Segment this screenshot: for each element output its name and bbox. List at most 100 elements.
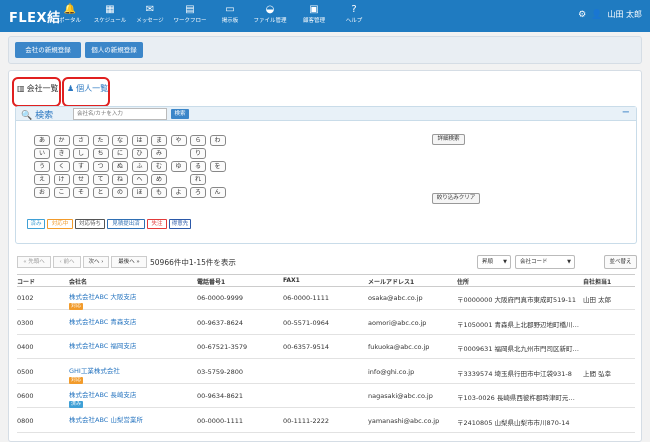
column-header[interactable]: メールアドレス1 [368, 277, 414, 286]
kana-button[interactable]: う [34, 161, 50, 172]
kana-button[interactable]: ほ [131, 187, 148, 198]
kana-button[interactable]: き [53, 148, 70, 159]
kana-button[interactable]: え [34, 174, 50, 185]
kana-button[interactable]: し [73, 148, 89, 159]
kana-button[interactable]: も [151, 187, 167, 198]
search-button[interactable]: 検索 [171, 109, 189, 119]
company-name-text[interactable]: 株式会社ABC 山梨営業所 [69, 414, 193, 424]
kana-button[interactable]: ち [92, 148, 109, 159]
column-header[interactable]: FAX1 [283, 277, 300, 284]
table-row[interactable]: 0500 GHI工業株式会社 対応 03-5759-2800 info@ghi.co.j… [17, 361, 635, 384]
kana-button[interactable]: ぬ [112, 161, 128, 172]
collapse-toggle[interactable]: − [622, 107, 630, 118]
kana-button[interactable]: わ [209, 135, 226, 146]
pager-next-button[interactable]: 次へ › [83, 256, 109, 268]
kana-button[interactable]: ろ [190, 187, 206, 198]
order-select[interactable]: 昇順 ▼ [477, 255, 511, 269]
kana-button[interactable]: よ [170, 187, 187, 198]
kana-button[interactable]: あ [34, 135, 50, 146]
kana-button[interactable]: ま [151, 135, 167, 146]
kana-button[interactable]: に [112, 148, 128, 159]
status-filter[interactable]: 見積提出済 [107, 219, 145, 229]
company-name-link[interactable]: 株式会社ABC 大阪支店 対応 [69, 291, 193, 310]
column-header[interactable]: 電話番号1 [197, 277, 225, 286]
column-header[interactable]: 住所 [457, 277, 469, 286]
kana-button[interactable]: ひ [131, 148, 148, 159]
kana-button[interactable]: ふ [131, 161, 148, 172]
kana-button[interactable]: ね [112, 174, 128, 185]
kana-button[interactable]: め [151, 174, 167, 185]
kana-button[interactable]: さ [73, 135, 89, 146]
company-name-text[interactable]: 株式会社ABC 大阪支店 [69, 291, 193, 301]
kana-button[interactable]: れ [190, 174, 206, 185]
company-name-link[interactable]: 株式会社ABC 長崎支店 済み [69, 389, 193, 408]
status-filter[interactable]: 対応中 [47, 219, 73, 229]
kana-button[interactable]: せ [73, 174, 89, 185]
kana-button[interactable]: ん [209, 187, 226, 198]
kana-button[interactable]: み [151, 148, 167, 159]
kana-button[interactable]: る [190, 161, 206, 172]
nav-item-mail[interactable]: ✉ メッセージ [130, 0, 170, 32]
company-name-link[interactable]: 株式会社ABC 青森支店 [69, 316, 193, 326]
gear-icon[interactable]: ⚙ [578, 10, 586, 20]
kana-button[interactable]: む [151, 161, 167, 172]
kana-button[interactable]: つ [92, 161, 109, 172]
kana-button[interactable]: て [92, 174, 109, 185]
status-filter[interactable]: 済み [27, 219, 45, 229]
status-filter[interactable]: 対応待ち [75, 219, 105, 229]
pager-first-button[interactable]: « 先頭へ [17, 256, 51, 268]
clear-filter-button[interactable]: 絞り込みクリア [432, 193, 480, 204]
table-row[interactable]: 0400 株式会社ABC 福岡支店 00-67521-3579 00-6357-951… [17, 336, 635, 359]
nav-item-bell[interactable]: 🔔 ポータル [50, 0, 90, 32]
kana-button[interactable]: か [53, 135, 70, 146]
kana-button[interactable]: た [92, 135, 109, 146]
column-header[interactable]: 自社担当1 [583, 277, 611, 286]
status-filter[interactable]: 失注 [147, 219, 167, 229]
pager-prev-button[interactable]: ‹ 前へ [53, 256, 81, 268]
user-name[interactable]: 山田 太郎 [607, 9, 642, 20]
kana-button[interactable]: り [190, 148, 206, 159]
company-name-link[interactable]: 株式会社ABC 福岡支店 [69, 340, 193, 350]
nav-item-building[interactable]: ▣ 顧客管理 [294, 0, 334, 32]
company-name-link[interactable]: GHI工業株式会社 対応 [69, 365, 193, 384]
kana-button[interactable]: を [209, 161, 226, 172]
kana-button[interactable]: と [92, 187, 109, 198]
nav-item-folder[interactable]: ◒ ファイル管理 [250, 0, 290, 32]
new-company-button[interactable]: 会社の新規登録 [15, 42, 81, 58]
kana-button[interactable]: は [131, 135, 148, 146]
new-person-button[interactable]: 個人の新規登録 [85, 42, 143, 58]
company-search-input[interactable] [73, 108, 167, 120]
kana-button[interactable]: こ [53, 187, 70, 198]
kana-button[interactable]: の [112, 187, 128, 198]
sort-button[interactable]: 並べ替え [604, 255, 637, 269]
kana-button[interactable]: な [112, 135, 128, 146]
table-row[interactable]: 0600 株式会社ABC 長崎支店 済み 00-9634-8621 nagasaki@a… [17, 385, 635, 408]
kana-button[interactable]: ら [190, 135, 206, 146]
kana-button[interactable]: い [34, 148, 50, 159]
column-header[interactable]: コード [17, 277, 35, 286]
table-row[interactable]: 0102 株式会社ABC 大阪支店 対応 06-0000-9999 06-0000-11… [17, 287, 635, 310]
table-row[interactable]: 0800 株式会社ABC 山梨営業所 00-0000-1111 00-1111-222… [17, 410, 635, 433]
sort-key-select[interactable]: 会社コード ▼ [515, 255, 575, 269]
kana-button[interactable]: ゆ [170, 161, 187, 172]
kana-button[interactable]: す [73, 161, 89, 172]
status-filter[interactable]: 得意先 [169, 219, 191, 229]
nav-item-help[interactable]: ? ヘルプ [334, 0, 374, 32]
kana-button[interactable]: そ [73, 187, 89, 198]
nav-item-calendar[interactable]: ▦ スケジュール [90, 0, 130, 32]
company-name-text[interactable]: 株式会社ABC 福岡支店 [69, 340, 193, 350]
company-name-text[interactable]: 株式会社ABC 青森支店 [69, 316, 193, 326]
company-name-link[interactable]: 株式会社ABC 山梨営業所 [69, 414, 193, 424]
table-row[interactable]: 0300 株式会社ABC 青森支店 00-9637-8624 00-5571-0964… [17, 312, 635, 335]
kana-button[interactable]: や [170, 135, 187, 146]
company-name-text[interactable]: GHI工業株式会社 [69, 365, 193, 375]
pager-last-button[interactable]: 最後へ » [111, 256, 147, 268]
nav-item-board[interactable]: ▭ 掲示板 [210, 0, 250, 32]
kana-button[interactable]: お [34, 187, 50, 198]
column-header[interactable]: 会社名 [69, 277, 87, 286]
nav-item-workflow[interactable]: ▤ ワークフロー [170, 0, 210, 32]
company-name-text[interactable]: 株式会社ABC 長崎支店 [69, 389, 193, 399]
kana-button[interactable]: へ [131, 174, 148, 185]
detail-search-button[interactable]: 詳細検索 [432, 134, 465, 145]
kana-button[interactable]: く [53, 161, 70, 172]
